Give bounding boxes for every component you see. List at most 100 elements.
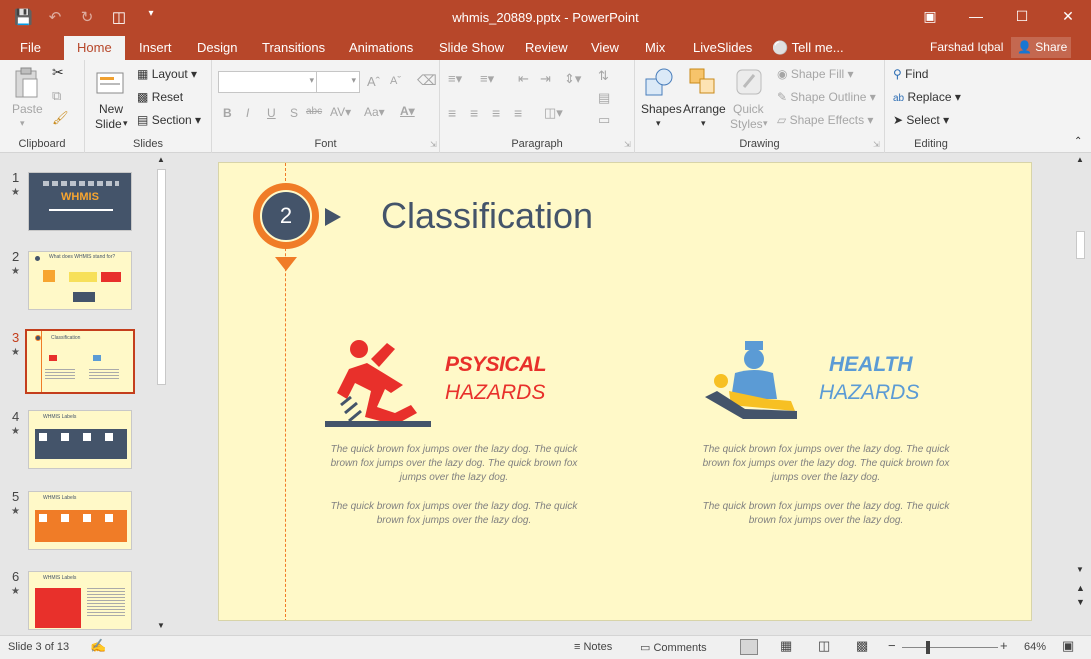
align-center-icon[interactable]: ≡ [470, 105, 478, 121]
decrease-indent-icon[interactable]: ⇤ [518, 71, 529, 87]
bullets-icon[interactable]: ≡▾ [448, 71, 462, 87]
fit-slide-icon[interactable]: ▣ [1062, 638, 1074, 654]
slide-title[interactable]: Classification [381, 195, 593, 237]
font-color-icon[interactable]: A▾ [400, 104, 415, 118]
font-size-dropdown-icon[interactable]: ▾ [351, 75, 356, 86]
share-button[interactable]: 👤 Share [1011, 37, 1071, 58]
tab-design[interactable]: Design [197, 40, 237, 55]
change-case-icon[interactable]: Aa▾ [364, 105, 385, 119]
format-painter-icon[interactable]: 🖌 [52, 110, 69, 126]
layout-button[interactable]: ▦ Layout ▾ [137, 67, 197, 81]
shapes-dropdown-icon[interactable]: ▾ [656, 118, 661, 129]
shapes-label[interactable]: Shapes [641, 102, 682, 116]
scroll-down-icon[interactable]: ▼ [1076, 565, 1084, 574]
font-name-combo[interactable]: ▾ [218, 71, 318, 93]
quick-styles-dropdown-icon[interactable]: ▾ [763, 118, 768, 129]
reset-button[interactable]: ▩ Reset [137, 90, 183, 104]
align-text-icon[interactable]: ▤ [598, 90, 610, 106]
slideshow-icon[interactable]: ▩ [856, 638, 868, 654]
font-name-dropdown-icon[interactable]: ▾ [309, 75, 314, 86]
scroll-up-icon[interactable]: ▲ [157, 155, 165, 164]
next-slide-icon[interactable]: ▼ [1076, 597, 1085, 607]
previous-slide-icon[interactable]: ▲ [1076, 583, 1085, 593]
font-size-combo[interactable]: ▾ [316, 71, 360, 93]
text-direction-icon[interactable]: ⇅ [598, 68, 609, 84]
tab-file[interactable]: File [20, 40, 41, 55]
zoom-out-button[interactable]: − [888, 638, 896, 653]
copy-icon[interactable]: ⧉ [52, 88, 61, 104]
tab-animations[interactable]: Animations [349, 40, 413, 55]
tab-view[interactable]: View [591, 40, 619, 55]
zoom-level[interactable]: 64% [1024, 641, 1046, 653]
quick-styles-icon[interactable] [733, 66, 765, 98]
strikethrough-button[interactable]: abc [306, 106, 322, 117]
notes-button[interactable]: ≡ Notes [574, 641, 612, 653]
shapes-icon[interactable] [643, 66, 677, 98]
increase-indent-icon[interactable]: ⇥ [540, 71, 551, 87]
zoom-slider-thumb[interactable] [926, 641, 930, 654]
italic-button[interactable]: I [246, 106, 249, 120]
account-name[interactable]: Farshad Iqbal [930, 40, 1003, 54]
ribbon-display-options-icon[interactable]: ▣ [907, 0, 953, 32]
thumbnail-scrollbar[interactable]: ▲ ▼ [155, 155, 168, 633]
justify-icon[interactable]: ≡ [514, 105, 522, 121]
scroll-up-icon[interactable]: ▲ [1076, 155, 1084, 164]
slide-thumbnail-4[interactable]: WHMIS Labels [28, 410, 132, 469]
new-slide-icon[interactable] [95, 66, 125, 98]
paste-label[interactable]: Paste [12, 102, 43, 116]
zoom-in-button[interactable]: + [1000, 638, 1008, 653]
columns-icon[interactable]: ◫▾ [544, 105, 563, 121]
shrink-font-icon[interactable]: Aˇ [390, 75, 401, 87]
cut-icon[interactable]: ✂ [52, 64, 64, 81]
tell-me-box[interactable]: ⚪ Tell me... [772, 40, 844, 56]
slide-canvas[interactable]: 2 Classification PSYSICAL HAZARDS The qu… [218, 162, 1032, 621]
replace-button[interactable]: ab Replace ▾ [893, 90, 961, 104]
tab-liveslides[interactable]: LiveSlides [693, 40, 752, 55]
find-button[interactable]: ⚲ Find [893, 67, 928, 81]
collapse-ribbon-icon[interactable]: ⌃ [1074, 136, 1082, 147]
close-button[interactable]: ✕ [1045, 0, 1091, 32]
comments-button[interactable]: ▭ Comments [640, 641, 707, 654]
new-slide-dropdown-icon[interactable]: ▾ [123, 118, 128, 129]
slide-thumbnail-5[interactable]: WHMIS Labels [28, 491, 132, 550]
slide-sorter-icon[interactable]: ▦ [780, 638, 792, 654]
clear-formatting-icon[interactable]: ⌫ [417, 72, 437, 89]
underline-button[interactable]: U [267, 106, 276, 120]
select-button[interactable]: ➤ Select ▾ [893, 113, 949, 127]
scroll-down-icon[interactable]: ▼ [157, 621, 165, 630]
shape-outline-button[interactable]: ✎ Shape Outline ▾ [777, 90, 876, 104]
paste-dropdown-icon[interactable]: ▾ [20, 118, 25, 129]
character-spacing-icon[interactable]: AV▾ [330, 105, 351, 119]
arrange-label[interactable]: Arrange [683, 102, 726, 116]
slide-thumbnail-6[interactable]: WHMIS Labels [28, 571, 132, 630]
quick-styles-label-1[interactable]: Quick [733, 102, 764, 116]
section-button[interactable]: ▤ Section ▾ [137, 113, 201, 127]
paste-icon[interactable] [12, 66, 40, 100]
numbering-icon[interactable]: ≡▾ [480, 71, 494, 87]
tab-review[interactable]: Review [525, 40, 568, 55]
quick-styles-label-2[interactable]: Styles [730, 117, 763, 131]
reading-view-icon[interactable]: ◫ [818, 638, 830, 654]
slide-thumbnail-1[interactable]: WHMIS [28, 172, 132, 231]
line-spacing-icon[interactable]: ⇕▾ [564, 71, 581, 87]
tab-transitions[interactable]: Transitions [262, 40, 325, 55]
minimize-button[interactable]: — [953, 0, 999, 32]
slide-scroll-thumb[interactable] [1076, 231, 1085, 259]
tab-insert[interactable]: Insert [139, 40, 172, 55]
thumbnail-scroll-thumb[interactable] [157, 169, 166, 385]
tab-home[interactable]: Home [64, 36, 125, 60]
shadow-button[interactable]: S [290, 106, 298, 120]
arrange-dropdown-icon[interactable]: ▾ [701, 118, 706, 129]
bold-button[interactable]: B [223, 106, 232, 120]
slide-thumbnail-3[interactable]: Classification [25, 329, 135, 394]
align-left-icon[interactable]: ≡ [448, 105, 456, 121]
maximize-button[interactable]: ☐ [999, 0, 1045, 32]
smartart-icon[interactable]: ▭ [598, 112, 610, 128]
grow-font-icon[interactable]: Aˆ [367, 74, 380, 89]
shape-effects-button[interactable]: ▱ Shape Effects ▾ [777, 113, 873, 127]
zoom-slider-track[interactable] [902, 647, 998, 648]
new-slide-label-1[interactable]: New [99, 102, 123, 116]
new-slide-label-2[interactable]: Slide [95, 117, 122, 131]
spell-check-icon[interactable]: ✍ [90, 638, 106, 654]
tab-slide-show[interactable]: Slide Show [439, 40, 504, 55]
